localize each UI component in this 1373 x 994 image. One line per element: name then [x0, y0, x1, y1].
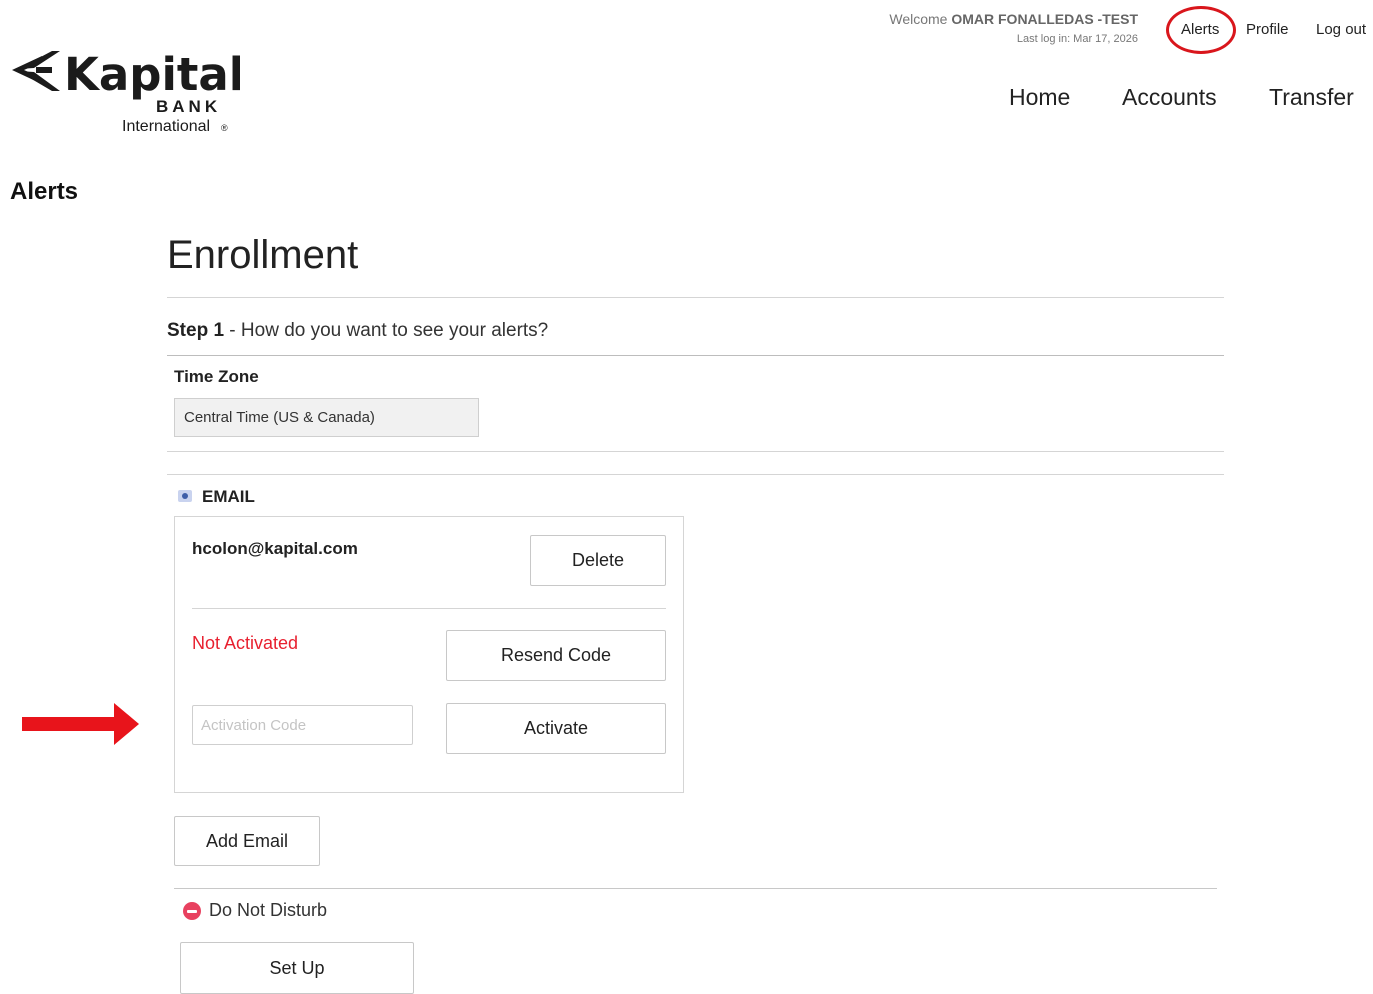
arrow-right-icon — [22, 703, 140, 750]
nav-transfer[interactable]: Transfer — [1269, 84, 1354, 111]
last-login: Last log in: Mar 17, 2026 — [1016, 33, 1138, 45]
kapital-logo[interactable]: Kapital BANK International ® — [10, 48, 240, 138]
activation-code-input[interactable] — [192, 705, 413, 745]
kapital-logo-icon: Kapital BANK International ® — [12, 48, 240, 135]
divider — [167, 355, 1224, 356]
activation-status: Not Activated — [192, 633, 299, 653]
alerts-link[interactable]: Alerts — [1181, 21, 1219, 38]
brand-registered-mark: ® — [221, 123, 228, 133]
brand-tagline: International — [122, 118, 210, 135]
activate-button[interactable]: Activate — [446, 703, 666, 754]
user-name: OMAR FONALLEDAS -TEST — [951, 11, 1138, 27]
step-number: Step 1 — [167, 320, 225, 341]
divider — [167, 451, 1224, 452]
step-text: - How do you want to see your alerts? — [224, 320, 549, 341]
profile-link[interactable]: Profile — [1246, 21, 1289, 38]
nav-accounts[interactable]: Accounts — [1122, 84, 1217, 111]
do-not-disturb-label: Do Not Disturb — [209, 900, 328, 920]
nav-home[interactable]: Home — [1009, 84, 1070, 111]
divider — [174, 888, 1217, 889]
timezone-select[interactable]: Central Time (US & Canada) — [174, 398, 479, 437]
brand-name: Kapital — [64, 48, 240, 101]
email-icon — [178, 490, 192, 502]
divider — [167, 474, 1224, 475]
logout-link[interactable]: Log out — [1316, 21, 1366, 38]
delete-button[interactable]: Delete — [530, 535, 666, 586]
resend-code-button[interactable]: Resend Code — [446, 630, 666, 681]
welcome-text: Welcome OMAR FONALLEDAS -TEST — [889, 11, 1138, 27]
divider — [192, 608, 666, 609]
welcome-prefix: Welcome — [889, 11, 948, 27]
step-heading: Step 1 - How do you want to see your ale… — [167, 320, 548, 342]
page-title: Alerts — [10, 178, 79, 205]
setup-button[interactable]: Set Up — [180, 942, 414, 994]
email-section-label: EMAIL — [202, 487, 255, 506]
add-email-button[interactable]: Add Email — [174, 816, 320, 866]
timezone-label: Time Zone — [174, 367, 259, 386]
divider — [167, 297, 1224, 298]
do-not-disturb-icon — [183, 902, 201, 920]
enrollment-title: Enrollment — [167, 233, 359, 277]
email-address: hcolon@kapital.com — [192, 539, 358, 558]
brand-sub: BANK — [156, 97, 221, 116]
